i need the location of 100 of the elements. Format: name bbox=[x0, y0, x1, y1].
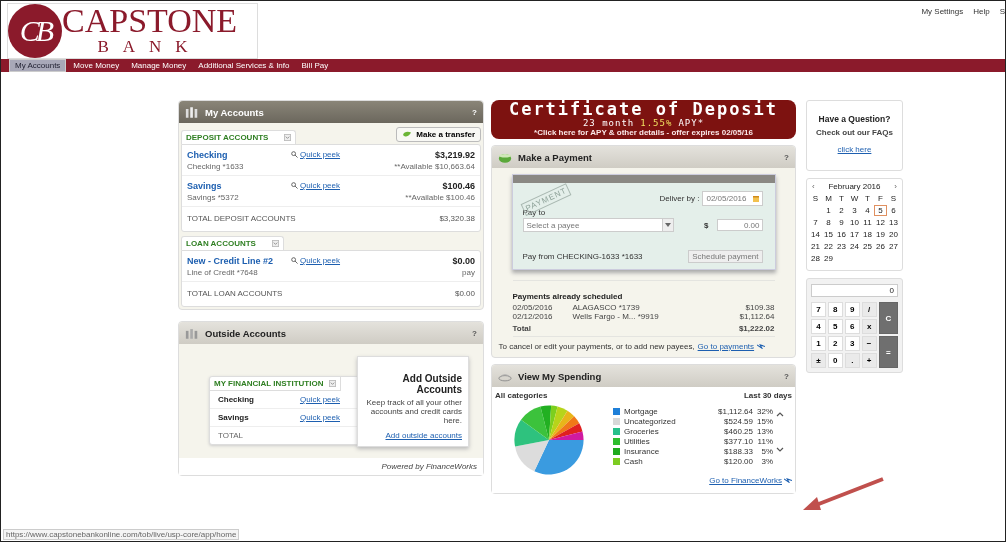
scroll-up-icon[interactable] bbox=[776, 412, 784, 417]
quick-peek-link[interactable]: Quick peek bbox=[291, 181, 371, 190]
calculator-key[interactable]: 4 bbox=[811, 319, 826, 334]
calendar-day[interactable]: 28 bbox=[809, 253, 822, 264]
help-button[interactable]: ? bbox=[784, 152, 789, 162]
calculator-key[interactable]: 7 bbox=[811, 302, 826, 317]
calculator-key[interactable]: 3 bbox=[844, 336, 860, 351]
quick-peek-link[interactable]: Quick peek bbox=[291, 256, 371, 265]
category-filter[interactable]: All categories bbox=[495, 391, 548, 400]
financeworks-link[interactable]: Go to FinanceWorks bbox=[709, 476, 782, 485]
calculator-key[interactable]: 9 bbox=[844, 302, 860, 317]
calendar-day[interactable]: 29 bbox=[822, 253, 835, 264]
help-button[interactable]: ? bbox=[472, 107, 477, 117]
bank-subtitle: BANK bbox=[97, 38, 202, 56]
calendar-day[interactable]: 13 bbox=[887, 217, 900, 228]
nav-tab[interactable]: Additional Services & Info bbox=[193, 60, 295, 71]
available-balance: **Available $100.46 bbox=[405, 193, 475, 202]
calendar-day[interactable]: 12 bbox=[874, 217, 887, 228]
calendar-day[interactable]: 14 bbox=[809, 229, 822, 240]
banner-fine-print: *Click here for APY & other details - offer expires 02/05/16 bbox=[534, 128, 753, 137]
section-tab[interactable]: DEPOSIT ACCOUNTS bbox=[181, 130, 297, 144]
calculator-key[interactable]: 0 bbox=[827, 353, 843, 368]
calculator-key[interactable]: 8 bbox=[827, 302, 843, 317]
prev-month-button[interactable]: ‹ bbox=[812, 182, 815, 191]
calendar-day[interactable]: 23 bbox=[835, 241, 848, 252]
calendar-day[interactable]: 25 bbox=[861, 241, 874, 252]
calculator-key[interactable]: ± bbox=[811, 353, 826, 368]
calendar-day[interactable]: 19 bbox=[874, 229, 887, 240]
calendar-day[interactable]: 11 bbox=[861, 217, 874, 228]
calculator-key[interactable]: x bbox=[861, 319, 877, 334]
calendar-day[interactable]: 3 bbox=[848, 205, 861, 216]
scroll-down-icon[interactable] bbox=[776, 447, 784, 452]
calendar-day[interactable]: 10 bbox=[848, 217, 861, 228]
calendar-day[interactable]: 24 bbox=[848, 241, 861, 252]
calculator-key[interactable]: 1 bbox=[811, 336, 826, 351]
calendar-day[interactable]: 2 bbox=[835, 205, 848, 216]
help-button[interactable]: ? bbox=[784, 371, 789, 381]
payment-date: 02/12/2016 bbox=[512, 312, 554, 321]
header-link[interactable]: S bbox=[999, 7, 1005, 59]
nav-tab[interactable]: Manage Money bbox=[126, 60, 192, 71]
calendar-day[interactable]: 17 bbox=[848, 229, 861, 240]
header-link[interactable]: Help bbox=[973, 7, 990, 59]
calendar-day[interactable]: 5 bbox=[874, 205, 887, 216]
calculator-key[interactable]: − bbox=[861, 336, 877, 351]
nav-tab[interactable]: My Accounts bbox=[9, 59, 67, 72]
weekday-label: W bbox=[849, 193, 860, 204]
payee-dropdown[interactable]: Select a payee bbox=[522, 218, 675, 232]
collapse-icon[interactable] bbox=[329, 380, 337, 387]
section-tab[interactable]: LOAN ACCOUNTS bbox=[181, 236, 284, 250]
next-month-button[interactable]: › bbox=[894, 182, 897, 191]
calendar-day[interactable]: 6 bbox=[887, 205, 900, 216]
account-link[interactable]: New - Credit Line #2 bbox=[187, 256, 291, 266]
calendar-day[interactable]: 21 bbox=[809, 241, 822, 252]
calendar-day[interactable]: 22 bbox=[822, 241, 835, 252]
go-to-payments-link[interactable]: Go to payments bbox=[697, 342, 755, 351]
calendar-day[interactable]: 16 bbox=[835, 229, 848, 240]
calendar-day[interactable]: 9 bbox=[835, 217, 848, 228]
calculator-key[interactable]: 2 bbox=[827, 336, 843, 351]
calendar-day[interactable]: 1 bbox=[822, 205, 835, 216]
calculator-key[interactable]: + bbox=[861, 353, 877, 368]
promo-title: Add Outside Accounts bbox=[401, 373, 462, 395]
date-field[interactable]: 02/05/2016 bbox=[702, 191, 763, 206]
calendar-day[interactable]: 20 bbox=[887, 229, 900, 240]
section-label: DEPOSIT ACCOUNTS bbox=[186, 133, 269, 142]
calculator-key[interactable]: / bbox=[861, 302, 877, 317]
available-balance: pay bbox=[462, 268, 475, 277]
calendar-day[interactable]: 7 bbox=[809, 217, 822, 228]
calendar-day[interactable]: 18 bbox=[861, 229, 874, 240]
collapse-icon[interactable] bbox=[271, 240, 279, 247]
calculator-key[interactable]: . bbox=[844, 353, 860, 368]
collapse-icon[interactable] bbox=[284, 134, 292, 141]
category-amount: $377.10 bbox=[723, 436, 753, 446]
calculator-key[interactable]: 6 bbox=[844, 319, 860, 334]
header-link[interactable]: My Settings bbox=[921, 7, 964, 59]
calendar-day[interactable]: 4 bbox=[861, 205, 874, 216]
calendar-day[interactable]: 27 bbox=[887, 241, 900, 252]
calculator-key[interactable]: 5 bbox=[827, 319, 843, 334]
add-accounts-link[interactable]: Add outside accounts bbox=[385, 431, 462, 440]
cd-banner[interactable]: Certificate of Deposit 23 month 1.55% APY* *Click here for APY & other details - offer expires 02/05/16 bbox=[491, 100, 796, 139]
category-name: Cash bbox=[624, 456, 644, 466]
calculator-key[interactable]: = bbox=[878, 336, 898, 368]
nav-tab[interactable]: Bill Pay bbox=[296, 60, 334, 71]
quick-peek-link[interactable]: Quick peek bbox=[299, 413, 340, 422]
category-amount: $460.25 bbox=[723, 426, 753, 436]
category-name: Insurance bbox=[624, 446, 661, 456]
pay-from-text: Pay from CHECKING-1633 *1633 bbox=[522, 252, 643, 261]
help-button[interactable]: ? bbox=[472, 328, 477, 338]
transfer-button[interactable]: Make a transfer bbox=[396, 127, 481, 142]
calendar-day[interactable]: 8 bbox=[822, 217, 835, 228]
amount-field[interactable]: 0.00 bbox=[716, 219, 763, 231]
account-link[interactable]: Savings bbox=[187, 181, 291, 191]
quick-peek-link[interactable]: Quick peek bbox=[291, 150, 371, 159]
calendar-icon[interactable] bbox=[752, 195, 759, 202]
nav-tab[interactable]: Move Money bbox=[68, 60, 125, 71]
calculator-key[interactable]: C bbox=[878, 302, 898, 334]
calendar-day[interactable]: 15 bbox=[822, 229, 835, 240]
quick-peek-link[interactable]: Quick peek bbox=[299, 395, 340, 404]
account-link[interactable]: Checking bbox=[187, 150, 291, 160]
click-here-link[interactable]: click here bbox=[837, 145, 872, 154]
calendar-day[interactable]: 26 bbox=[874, 241, 887, 252]
